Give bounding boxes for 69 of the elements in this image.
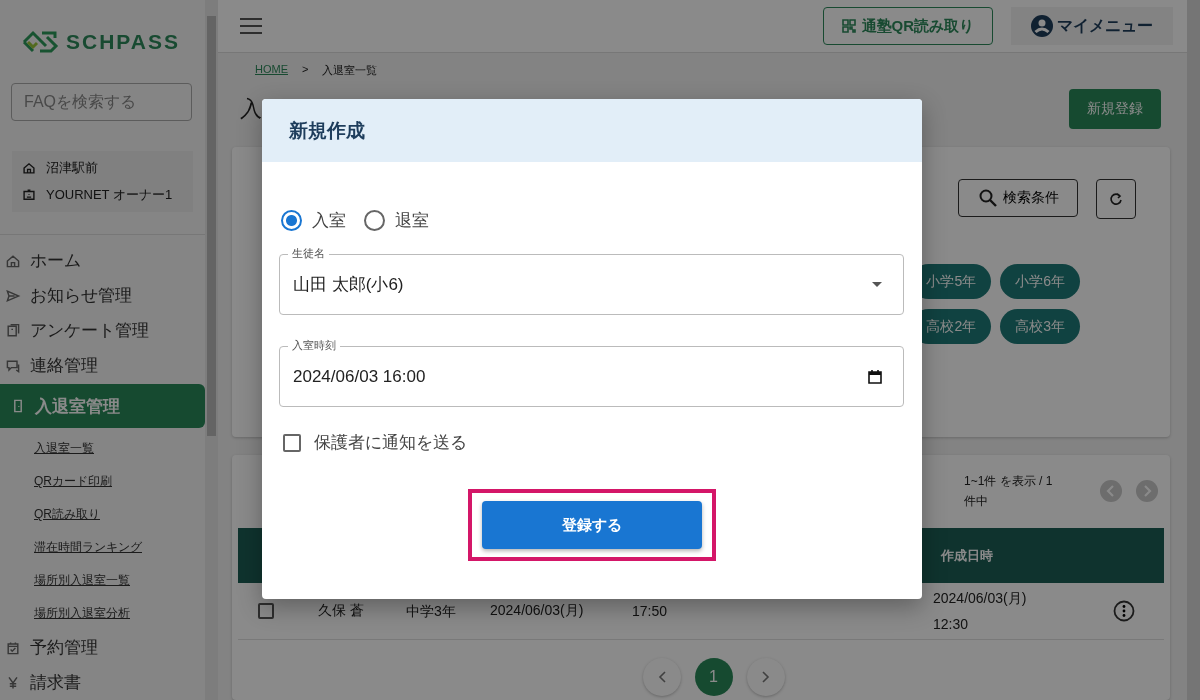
search-icon — [979, 189, 997, 207]
breadcrumb-link[interactable]: HOME — [255, 63, 288, 79]
survey-icon — [5, 322, 21, 339]
nav-sub-link[interactable]: 場所別入退室分析 — [34, 597, 130, 630]
nav-item[interactable]: アンケート管理 — [0, 313, 205, 348]
field-label: 生徒名 — [288, 246, 329, 261]
field-value: 2024/06/03 16:00 — [293, 366, 426, 387]
table-cell-text: 久保 蒼 — [318, 602, 365, 620]
dropdown-caret-icon — [872, 282, 882, 287]
radio-button[interactable] — [281, 209, 302, 231]
field-label: 入室時刻 — [288, 338, 340, 353]
refresh-icon — [1109, 192, 1123, 206]
logo-icon — [20, 29, 60, 55]
faq-search-field[interactable]: FAQを検索する — [11, 83, 192, 121]
table-cell-text: 2024/06/03(月) 12:30 — [933, 589, 1028, 634]
field-value: 山田 太郎(小6) — [293, 274, 404, 296]
account-icon — [1031, 15, 1053, 37]
column-header: 作成日時 — [941, 546, 993, 565]
qr-code-icon — [841, 19, 856, 33]
page-button[interactable]: 1 — [694, 658, 733, 696]
nav-sub-link[interactable]: QRカード印刷 — [34, 465, 112, 498]
nav-sub-link[interactable]: 入退室一覧 — [34, 432, 94, 465]
notify-checkbox[interactable] — [283, 433, 301, 452]
calendar-icon[interactable] — [868, 369, 882, 384]
chevron-left-icon — [657, 671, 666, 683]
table-cell-text: 2024/06/03(月) — [490, 602, 585, 620]
refresh-button[interactable] — [1096, 179, 1136, 219]
student-select[interactable]: 生徒名 山田 太郎(小6) — [279, 246, 904, 315]
breadcrumb-current: 入退室一覧 — [322, 63, 378, 78]
radio-label: 退室 — [395, 209, 429, 232]
user-name: YOURNET オーナー1 — [46, 186, 173, 204]
chevron-right-icon — [761, 671, 770, 683]
school-name: 沼津駅前 — [46, 159, 98, 177]
grade-chip[interactable]: 小学6年 — [1000, 264, 1080, 299]
nav-sub-link[interactable]: 場所別入退室一覧 — [34, 564, 130, 597]
row-checkbox[interactable] — [258, 603, 274, 619]
nav-sub-link[interactable]: QR読み取り — [34, 498, 100, 531]
table-cell-text: 中学3年 — [406, 602, 456, 621]
result-count: 1~1件 を表示 / 1件中 — [964, 473, 1054, 510]
radio-button[interactable] — [364, 209, 385, 231]
nav-item[interactable]: お知らせ管理 — [0, 278, 205, 313]
nav-item[interactable]: 請求書 — [0, 665, 205, 700]
nav-item[interactable]: 予約管理 — [0, 630, 205, 665]
search-conditions-button[interactable]: 検索条件 — [958, 179, 1078, 217]
breadcrumb-separator: > — [302, 63, 309, 77]
menu-icon[interactable] — [240, 18, 262, 34]
more-options-icon[interactable] — [1113, 600, 1135, 622]
dialog-title: 新規作成 — [289, 118, 365, 143]
qr-scan-button[interactable]: 通塾QR読み取り — [822, 7, 993, 45]
nav-sub-link[interactable]: 滞在時間ランキング — [34, 531, 142, 564]
nav-item[interactable]: 連絡管理 — [0, 348, 205, 383]
page-title: 入 — [240, 95, 262, 123]
my-menu-button[interactable]: マイメニュー — [1011, 7, 1173, 45]
logo-text: SCHPASS — [66, 30, 180, 54]
nav-item[interactable]: 入退室管理 — [0, 384, 205, 428]
grade-chip[interactable]: 高校3年 — [1000, 309, 1080, 344]
chat-icon — [5, 357, 21, 374]
nav-item[interactable]: ホーム — [0, 243, 205, 278]
datetime-field[interactable]: 入室時刻 2024/06/03 16:00 — [279, 338, 904, 407]
table-cell-text: 17:50 — [632, 603, 669, 619]
radio-label: 入室 — [312, 209, 346, 232]
calendar-icon — [5, 639, 21, 656]
scrollbar[interactable] — [205, 0, 218, 700]
id-badge-icon — [22, 188, 36, 202]
submit-button[interactable]: 登録する — [481, 501, 702, 549]
send-icon — [5, 287, 21, 304]
home-icon — [22, 161, 36, 175]
new-entry-button[interactable]: 新規登録 — [1069, 89, 1161, 129]
checkbox-label: 保護者に通知を送る — [314, 432, 467, 454]
